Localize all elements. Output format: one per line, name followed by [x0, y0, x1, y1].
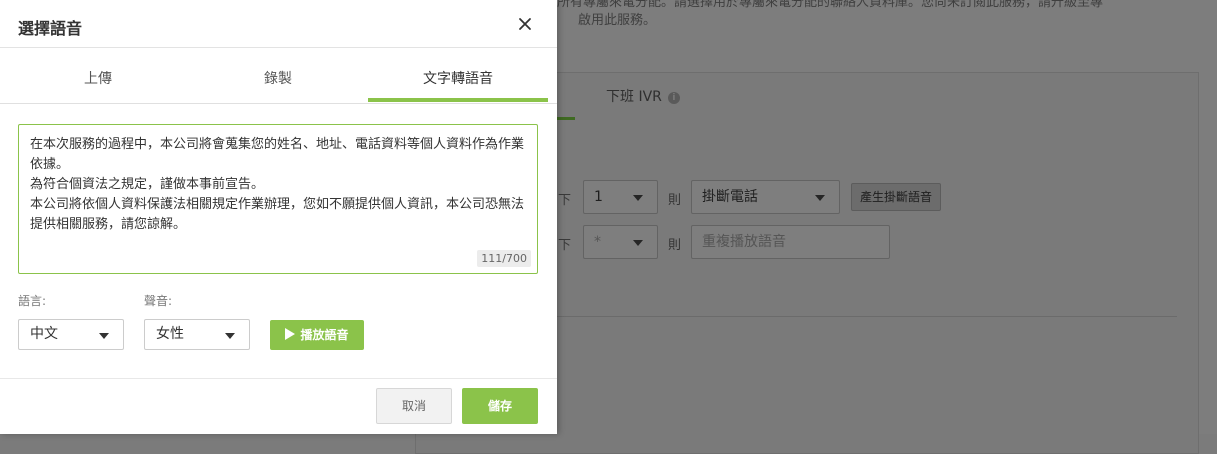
info-icon: i: [667, 92, 680, 104]
subscription-notice: D的所有專屬來電分配。請選擇用於專屬來電分配的聯絡人資料庫。您尚未訂閱此服務，請…: [534, 0, 1104, 28]
voice-label: 聲音:: [144, 294, 173, 308]
select-voice-modal: 選擇語音 上傳 錄製 文字轉語音 在本次服務的過程中，本公司將會蒐集您的姓名、地…: [0, 0, 557, 434]
voice-source-tabs: 上傳 錄製 文字轉語音: [0, 56, 557, 104]
generate-hangup-voice-button[interactable]: 產生掛斷語音: [851, 183, 942, 211]
divider: [555, 316, 1177, 317]
then-label: 則: [668, 193, 682, 208]
modal-title: 選擇語音: [18, 19, 83, 38]
modal-header: 選擇語音: [0, 0, 557, 48]
action-field[interactable]: 重複播放語音: [691, 225, 890, 259]
chevron-down-icon: [99, 333, 109, 339]
key-select[interactable]: *: [583, 225, 658, 259]
action-select[interactable]: 掛斷電話: [691, 180, 840, 214]
tts-textarea[interactable]: 在本次服務的過程中，本公司將會蒐集您的姓名、地址、電話資料等個人資料作為作業依據…: [18, 124, 538, 274]
then-label: 則: [668, 238, 682, 253]
play-icon: [285, 328, 296, 340]
tab-upload[interactable]: 上傳: [8, 56, 188, 102]
cancel-button[interactable]: 取消: [376, 388, 452, 424]
row-label: 下: [558, 193, 572, 208]
play-voice-button[interactable]: 播放語音: [270, 320, 364, 350]
tts-text[interactable]: 在本次服務的過程中，本公司將會蒐集您的姓名、地址、電話資料等個人資料作為作業依據…: [30, 135, 526, 235]
chevron-down-icon: [225, 333, 235, 339]
active-tab-underline: [368, 98, 548, 102]
footer-divider: [0, 378, 557, 379]
tab-record[interactable]: 錄製: [188, 56, 368, 102]
tab-after-hours-ivr[interactable]: 下班 IVR i: [606, 86, 680, 106]
close-button[interactable]: [514, 13, 536, 35]
key-select[interactable]: 1: [583, 180, 658, 214]
language-label: 語言:: [18, 294, 47, 308]
chevron-down-icon: [633, 240, 643, 246]
tab-text-to-speech[interactable]: 文字轉語音: [368, 56, 548, 102]
language-select[interactable]: 中文: [18, 319, 124, 350]
close-icon: [519, 18, 531, 30]
voice-select[interactable]: 女性: [144, 319, 250, 350]
save-button[interactable]: 儲存: [462, 388, 538, 424]
chevron-down-icon: [633, 195, 643, 201]
char-count-badge: 111/700: [477, 250, 531, 267]
row-label: 下: [558, 238, 572, 253]
chevron-down-icon: [815, 195, 825, 201]
